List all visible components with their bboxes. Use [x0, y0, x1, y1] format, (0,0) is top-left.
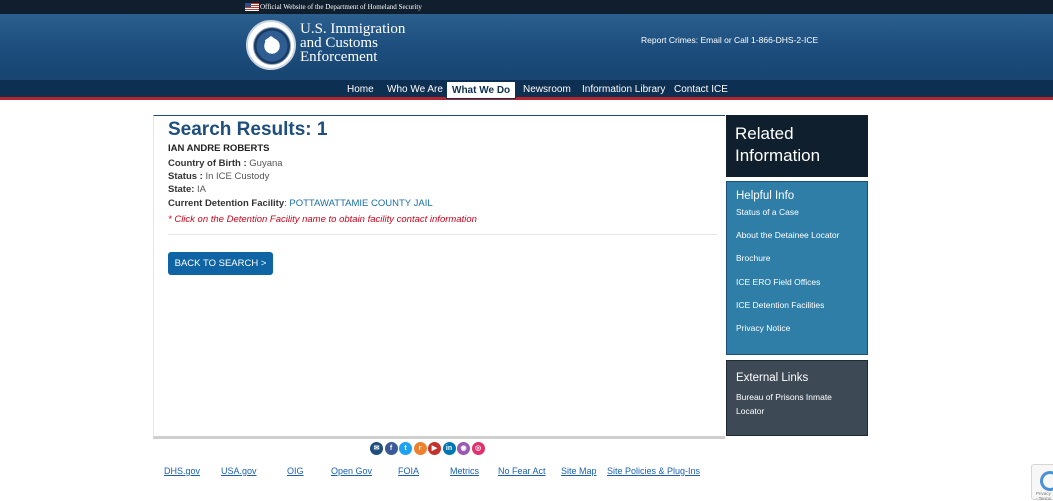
agency-name-line3: Enforcement	[300, 49, 378, 65]
footer-link-site-map[interactable]: Site Map	[561, 466, 597, 476]
country-of-birth-row: Country of Birth : Guyana	[168, 158, 283, 169]
bop-link-line1: Bureau of Prisons Inmate	[736, 392, 832, 402]
back-to-search-button[interactable]: BACK TO SEARCH >	[168, 252, 273, 275]
twitter-icon[interactable]: t	[399, 442, 412, 455]
footer-link-foia[interactable]: FOIA	[398, 466, 419, 476]
divider	[168, 234, 717, 235]
helpful-info-heading: Helpful Info	[736, 190, 795, 202]
nav-home[interactable]: Home	[342, 81, 379, 99]
footer-link-oig[interactable]: OIG	[287, 466, 304, 476]
facility-label: Current Detention Facility	[168, 198, 285, 209]
nav-information-library[interactable]: Information Library	[577, 81, 670, 99]
footer-link-no-fear-act[interactable]: No Fear Act	[498, 466, 546, 476]
page-title: Search Results: 1	[168, 119, 328, 140]
facility-row: Current Detention Facility: POTTAWATTAMI…	[168, 198, 433, 209]
main-nav: Home Who We Are What We Do Newsroom Info…	[0, 80, 1053, 100]
facebook-icon[interactable]: f	[384, 442, 398, 455]
state-row: State: IA	[168, 184, 206, 195]
agency-name-line1: U.S. Immigration	[300, 21, 406, 37]
link-brochure[interactable]: Brochure	[736, 253, 858, 276]
agency-name-line2: and Customs	[300, 35, 378, 51]
email-icon[interactable]: ✉	[370, 442, 383, 455]
external-links-heading: External Links	[736, 372, 809, 384]
link-detention-facilities[interactable]: ICE Detention Facilities	[736, 300, 858, 323]
state-label: State:	[168, 184, 195, 195]
footer-link-dhs[interactable]: DHS.gov	[164, 466, 200, 476]
site-header: U.S. Immigration and Customs Enforcement…	[0, 14, 1053, 80]
helpful-info-panel: Helpful Info Status of a Case About the …	[726, 181, 868, 355]
facility-link[interactable]: POTTAWATTAMIE COUNTY JAIL	[289, 198, 432, 209]
nav-contact-ice[interactable]: Contact ICE	[669, 81, 733, 99]
report-crimes-text: Report Crimes: Email or Call 1-866-DHS-2…	[641, 35, 819, 45]
nav-who-we-are[interactable]: Who We Are	[382, 81, 448, 99]
agency-name[interactable]: U.S. Immigration and Customs Enforcement	[300, 21, 406, 65]
dhs-seal-icon[interactable]	[246, 20, 296, 70]
link-privacy-notice[interactable]: Privacy Notice	[736, 323, 858, 346]
facility-note: * Click on the Detention Facility name t…	[168, 214, 477, 225]
youtube-icon[interactable]: ▶	[428, 442, 441, 455]
related-information-title: Related Information	[726, 115, 868, 177]
detainee-name: IAN ANDRE ROBERTS	[168, 143, 270, 154]
social-icons: ✉ f t r ▶ in ◉ ◎	[370, 442, 486, 455]
search-results-panel: Search Results: 1 IAN ANDRE ROBERTS Coun…	[153, 115, 725, 439]
country-value: Guyana	[249, 158, 283, 169]
podcast-icon[interactable]: ◉	[457, 442, 470, 455]
link-about-detainee-locator[interactable]: About the Detainee Locator	[736, 230, 858, 253]
status-value: In ICE Custody	[205, 171, 270, 182]
related-title-line1: Related	[735, 124, 794, 143]
link-bop-inmate-locator[interactable]: Bureau of Prisons Inmate Locator	[736, 390, 858, 418]
footer-link-site-policies[interactable]: Site Policies & Plug-Ins	[607, 466, 700, 476]
related-title-line2: Information	[735, 146, 821, 165]
rss-icon[interactable]: r	[413, 442, 427, 455]
status-row: Status : In ICE Custody	[168, 171, 269, 182]
facility-separator: :	[284, 198, 287, 209]
nav-what-we-do[interactable]: What We Do	[446, 81, 517, 99]
gov-banner-text: Official Website of the Department of Ho…	[260, 3, 422, 11]
footer-links: DHS.gov USA.gov OIG Open Gov FOIA Metric…	[0, 466, 1053, 478]
linkedin-icon[interactable]: in	[442, 442, 456, 455]
footer-link-usa[interactable]: USA.gov	[221, 466, 257, 476]
bop-link-line2: Locator	[736, 406, 765, 416]
state-value: IA	[197, 184, 207, 195]
nav-newsroom[interactable]: Newsroom	[518, 81, 576, 99]
footer-link-open-gov[interactable]: Open Gov	[331, 466, 372, 476]
link-ero-field-offices[interactable]: ICE ERO Field Offices	[736, 277, 858, 300]
status-label: Status :	[168, 171, 203, 182]
country-label: Country of Birth :	[168, 158, 247, 169]
instagram-icon[interactable]: ◎	[471, 442, 485, 455]
footer-link-metrics[interactable]: Metrics	[450, 466, 479, 476]
gov-banner: Official Website of the Department of Ho…	[0, 0, 1053, 14]
link-status-of-case[interactable]: Status of a Case	[736, 207, 858, 230]
recaptcha-badge[interactable]: Privacy - Terms	[1031, 464, 1053, 501]
us-flag-icon	[245, 3, 259, 11]
external-links-panel: External Links Bureau of Prisons Inmate …	[726, 360, 868, 436]
